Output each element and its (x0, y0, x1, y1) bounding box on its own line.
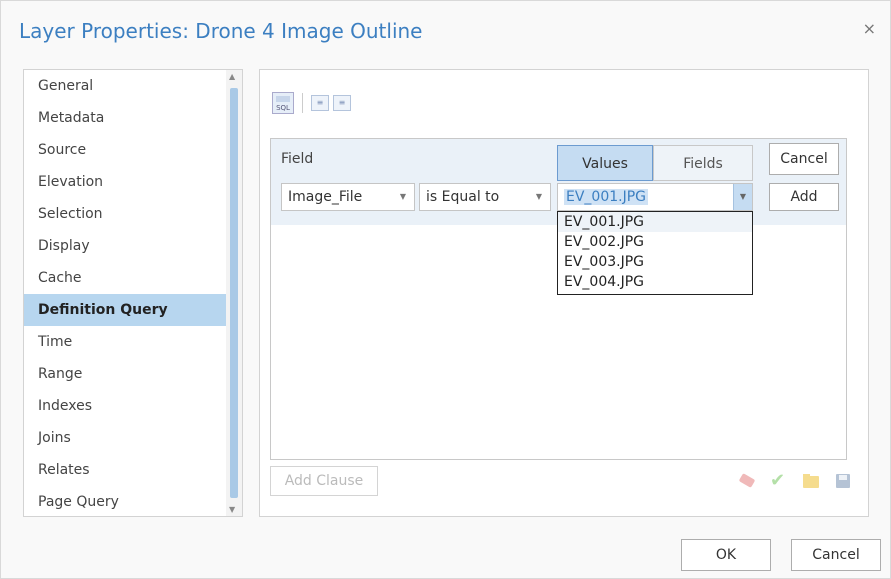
folder-icon[interactable] (802, 472, 820, 490)
chevron-down-icon[interactable]: ▼ (733, 184, 752, 210)
sidebar-item-range[interactable]: Range (24, 358, 228, 390)
definition-query-panel: SQL ≡ ≡ Field Values Fields Image_File ▼… (259, 69, 869, 517)
field-select-value: Image_File (288, 189, 363, 205)
dialog-title: Layer Properties: Drone 4 Image Outline (19, 19, 423, 43)
scroll-up-icon[interactable]: ▲ (229, 72, 235, 81)
field-label: Field (281, 151, 314, 167)
close-icon[interactable]: × (863, 19, 876, 38)
value-dropdown-list: EV_001.JPG EV_002.JPG EV_003.JPG EV_004.… (557, 211, 753, 295)
sidebar-item-cache[interactable]: Cache (24, 262, 228, 294)
sidebar-item-selection[interactable]: Selection (24, 198, 228, 230)
chevron-down-icon: ▼ (399, 192, 406, 201)
sidebar-scrollbar[interactable]: ▲ ▼ (226, 70, 242, 516)
sidebar-item-elevation[interactable]: Elevation (24, 166, 228, 198)
cancel-button[interactable]: Cancel (791, 539, 881, 571)
sidebar-item-metadata[interactable]: Metadata (24, 102, 228, 134)
sidebar-item-joins[interactable]: Joins (24, 422, 228, 454)
dropdown-option[interactable]: EV_004.JPG (558, 272, 752, 292)
indent-increase-icon[interactable]: ≡ (333, 95, 351, 111)
dropdown-option[interactable]: EV_002.JPG (558, 232, 752, 252)
sidebar-item-general[interactable]: General (24, 70, 228, 102)
values-tab[interactable]: Values (557, 145, 653, 181)
sidebar-item-page-query[interactable]: Page Query (24, 486, 228, 516)
query-actions: ✔ (738, 472, 852, 490)
layer-properties-dialog: Layer Properties: Drone 4 Image Outline … (0, 0, 891, 579)
field-select[interactable]: Image_File ▼ (281, 183, 415, 211)
chevron-down-icon: ▼ (535, 192, 542, 201)
value-select[interactable]: EV_001.JPG ▼ (557, 183, 753, 211)
query-toolbar: SQL ≡ ≡ (272, 92, 355, 114)
add-clause-button[interactable]: Add Clause (270, 466, 378, 496)
sidebar-item-time[interactable]: Time (24, 326, 228, 358)
save-icon[interactable] (834, 472, 852, 490)
sidebar-item-display[interactable]: Display (24, 230, 228, 262)
ok-button[interactable]: OK (681, 539, 771, 571)
sidebar-item-source[interactable]: Source (24, 134, 228, 166)
dropdown-option[interactable]: EV_003.JPG (558, 252, 752, 272)
sidebar-item-relates[interactable]: Relates (24, 454, 228, 486)
check-icon[interactable]: ✔ (770, 472, 788, 490)
query-clause-area: Field Values Fields Image_File ▼ is Equa… (270, 138, 847, 460)
scroll-thumb[interactable] (230, 88, 238, 498)
add-button[interactable]: Add (769, 183, 839, 211)
scroll-down-icon[interactable]: ▼ (229, 505, 235, 514)
fields-tab[interactable]: Fields (653, 145, 753, 181)
dropdown-option[interactable]: EV_001.JPG (558, 212, 752, 232)
operator-select[interactable]: is Equal to ▼ (419, 183, 551, 211)
indent-decrease-icon[interactable]: ≡ (311, 95, 329, 111)
value-select-value: EV_001.JPG (564, 189, 649, 205)
toolbar-divider (302, 93, 303, 113)
sidebar-item-definition-query[interactable]: Definition Query (24, 294, 228, 326)
sidebar: General Metadata Source Elevation Select… (23, 69, 243, 517)
sidebar-item-indexes[interactable]: Indexes (24, 390, 228, 422)
eraser-icon[interactable] (738, 472, 756, 490)
cancel-clause-button[interactable]: Cancel (769, 143, 839, 175)
operator-select-value: is Equal to (426, 189, 500, 205)
sql-toggle-icon[interactable]: SQL (272, 92, 294, 114)
